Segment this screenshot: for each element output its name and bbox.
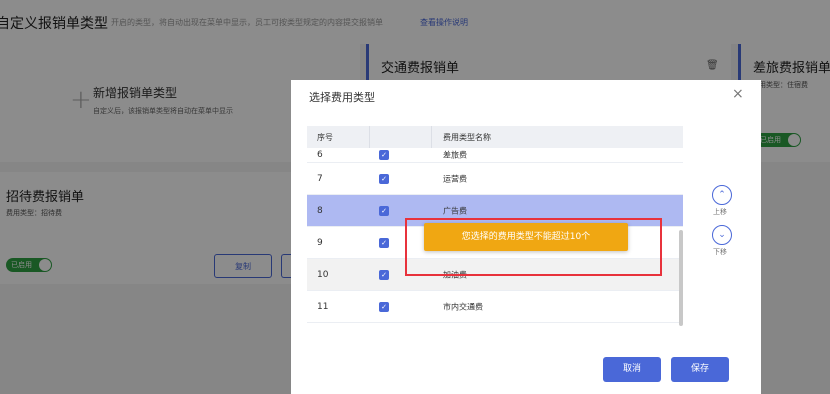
cancel-button[interactable]: 取消 bbox=[603, 357, 661, 382]
table-row[interactable]: 6 ✓ 差旅费 bbox=[307, 148, 683, 163]
table-header: 序号 费用类型名称 bbox=[307, 126, 683, 148]
move-down-label: 下移 bbox=[713, 248, 727, 256]
row-name: 市内交通费 bbox=[443, 302, 483, 311]
close-icon[interactable]: × bbox=[732, 86, 744, 102]
row-name: 广告费 bbox=[443, 206, 467, 215]
row-index: 9 bbox=[317, 237, 323, 248]
checkbox-checked-icon[interactable]: ✓ bbox=[379, 173, 389, 184]
row-index: 10 bbox=[317, 269, 329, 280]
table-row[interactable]: 11 ✓ 市内交通费 bbox=[307, 291, 683, 323]
column-index-header: 序号 bbox=[317, 133, 333, 142]
checkbox-checked-icon[interactable]: ✓ bbox=[379, 237, 389, 248]
checkbox-checked-icon[interactable]: ✓ bbox=[379, 269, 389, 280]
row-name: 运营费 bbox=[443, 174, 467, 183]
save-button[interactable]: 保存 bbox=[671, 357, 729, 382]
checkbox-checked-icon[interactable]: ✓ bbox=[379, 150, 389, 160]
checkbox-checked-icon[interactable]: ✓ bbox=[379, 205, 389, 216]
column-divider bbox=[369, 126, 370, 148]
column-divider bbox=[431, 126, 432, 148]
column-name-header: 费用类型名称 bbox=[443, 133, 491, 142]
move-up-label: 上移 bbox=[713, 208, 727, 216]
row-index: 8 bbox=[317, 205, 323, 216]
chevron-up-icon[interactable]: ⌃ bbox=[712, 185, 732, 205]
chevron-down-icon[interactable]: ⌄ bbox=[712, 225, 732, 245]
table-row[interactable]: 7 ✓ 运营费 bbox=[307, 163, 683, 195]
row-index: 11 bbox=[317, 301, 329, 312]
row-index: 7 bbox=[317, 173, 323, 184]
row-index: 6 bbox=[317, 150, 323, 160]
row-name: 差旅费 bbox=[443, 150, 467, 160]
table-scrollbar[interactable] bbox=[679, 230, 683, 326]
checkbox-checked-icon[interactable]: ✓ bbox=[379, 301, 389, 312]
dialog-title: 选择费用类型 bbox=[309, 91, 375, 104]
highlight-box bbox=[405, 218, 662, 276]
